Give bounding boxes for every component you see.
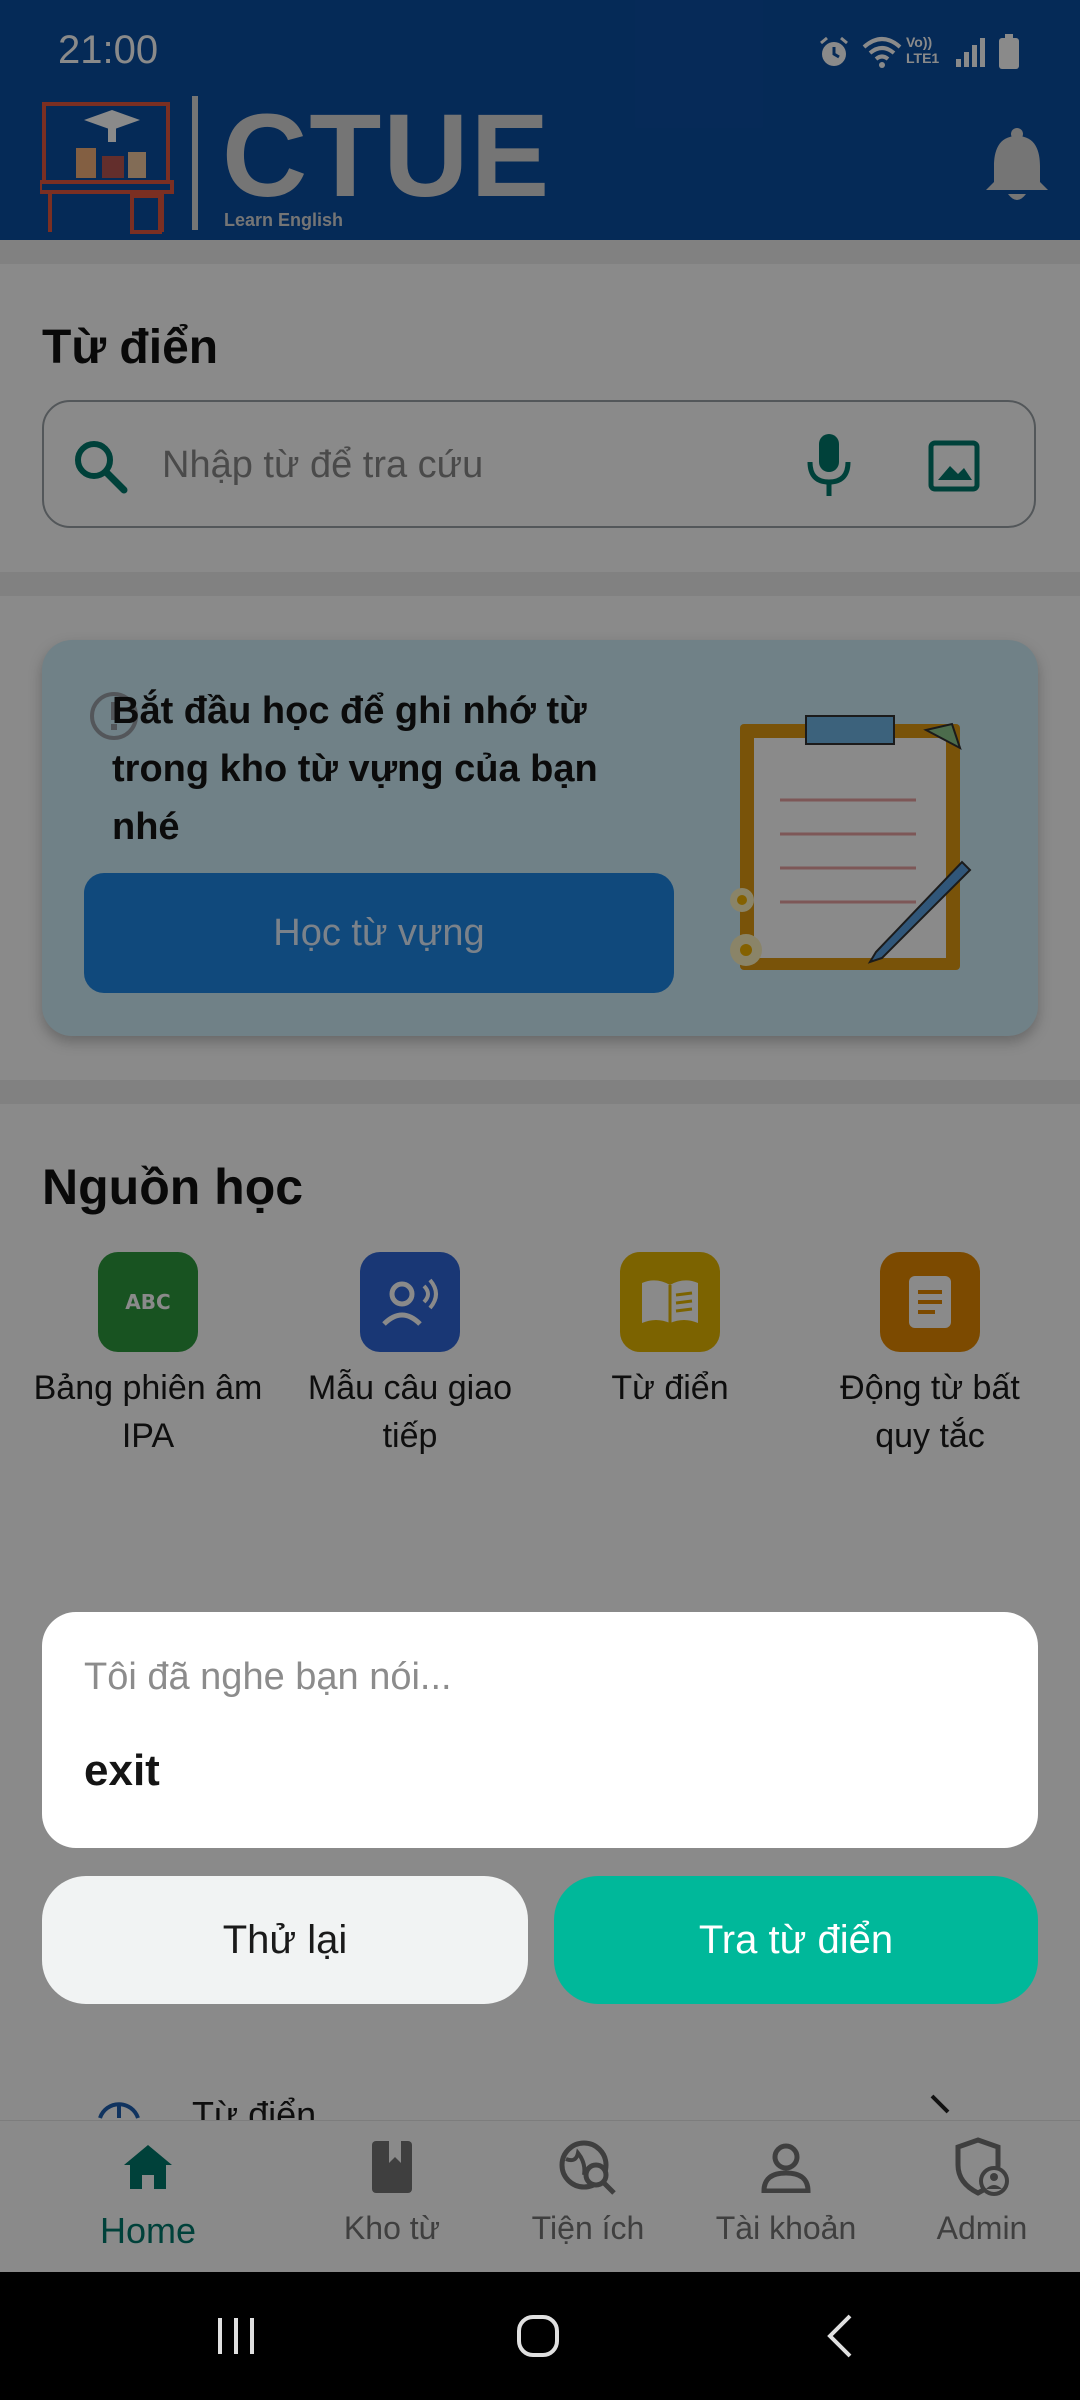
- recent-apps-icon[interactable]: [214, 2314, 258, 2363]
- retry-button[interactable]: Thử lại: [42, 1876, 528, 2004]
- back-icon[interactable]: [822, 2312, 856, 2365]
- system-navigation-bar: [0, 2272, 1080, 2400]
- lookup-dictionary-button[interactable]: Tra từ điển: [554, 1876, 1038, 2004]
- speech-result-dialog: [42, 1612, 1038, 1848]
- recognized-text: exit: [84, 1746, 160, 1795]
- speech-hint: Tôi đã nghe bạn nói...: [84, 1656, 452, 1698]
- home-button-icon[interactable]: [514, 2312, 562, 2365]
